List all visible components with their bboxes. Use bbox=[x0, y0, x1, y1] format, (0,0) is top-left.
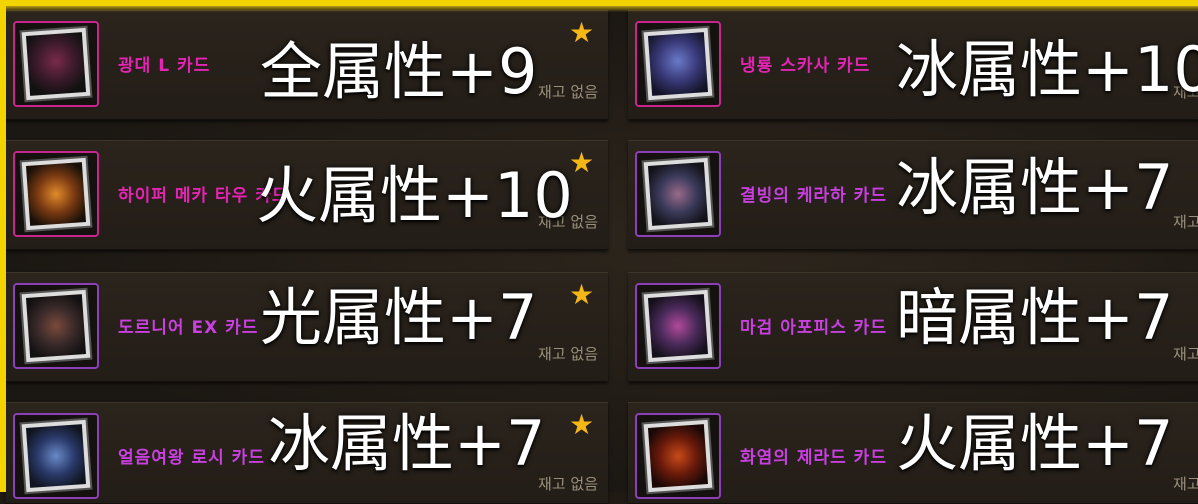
clown-card-art-icon bbox=[25, 32, 87, 96]
stock-status: 재고 없음 bbox=[1173, 213, 1198, 231]
card-thumbnail bbox=[635, 283, 721, 369]
dornier-card-art-icon bbox=[25, 294, 87, 358]
card-thumbnail bbox=[13, 283, 99, 369]
card-name: 결빙의 케라하 카드 bbox=[740, 186, 887, 206]
card-item-flame-gerard[interactable]: 화염의 제라드 카드 재고 없음 火属性+7 bbox=[628, 402, 1198, 504]
favorite-star-icon[interactable]: ★ bbox=[569, 411, 594, 439]
ice-queen-card-art-icon bbox=[25, 424, 87, 488]
stock-status: 재고 없음 bbox=[538, 83, 598, 101]
stock-status: 재고 없음 bbox=[538, 345, 598, 363]
card-item-dornier-ex[interactable]: 도르니어 EX 카드 재고 없음 ★ 光属性+7 bbox=[6, 272, 608, 382]
card-item-kerah[interactable]: 결빙의 케라하 카드 재고 없음 冰属性+7 bbox=[628, 140, 1198, 250]
apophis-card-art-icon bbox=[647, 294, 709, 358]
card-shop-panel: 광대 L 카드 재고 없음 ★ 全属性+9 냉룡 스카사 카드 재고 없음 冰属… bbox=[0, 0, 1198, 504]
card-thumbnail bbox=[13, 151, 99, 237]
selection-highlight-left bbox=[0, 0, 6, 492]
attribute-overlay: 冰属性+7 bbox=[896, 151, 1174, 224]
flame-gerard-card-art-icon bbox=[647, 424, 709, 488]
attribute-overlay: 冰属性+10 bbox=[896, 33, 1198, 106]
attribute-overlay: 冰属性+7 bbox=[268, 407, 546, 480]
card-thumbnail bbox=[13, 21, 99, 107]
stock-status: 재고 없음 bbox=[538, 475, 598, 493]
attribute-overlay: 暗属性+7 bbox=[896, 281, 1174, 354]
card-thumbnail bbox=[635, 21, 721, 107]
selection-highlight-glow bbox=[0, 6, 1198, 12]
card-thumbnail bbox=[635, 151, 721, 237]
card-name: 광대 L 카드 bbox=[118, 56, 211, 76]
attribute-overlay: 全属性+9 bbox=[260, 35, 538, 108]
favorite-star-icon[interactable]: ★ bbox=[569, 19, 594, 47]
card-thumbnail bbox=[13, 413, 99, 499]
card-item-apophis[interactable]: 마검 아포피스 카드 재고 없음 暗属性+7 bbox=[628, 272, 1198, 382]
card-thumbnail bbox=[635, 413, 721, 499]
card-item-hyper-mecha-tau[interactable]: 하이퍼 메카 타우 카드 재고 없음 ★ 火属性+10 bbox=[6, 140, 608, 250]
attribute-overlay: 光属性+7 bbox=[260, 281, 538, 354]
kerah-card-art-icon bbox=[647, 162, 709, 226]
card-name: 냉룡 스카사 카드 bbox=[740, 56, 871, 76]
ice-dragon-card-art-icon bbox=[647, 32, 709, 96]
stock-status: 재고 없음 bbox=[1173, 475, 1198, 493]
card-item-ice-queen-rosie[interactable]: 얼음여왕 로시 카드 재고 없음 ★ 冰属性+7 bbox=[6, 402, 608, 504]
mecha-tau-card-art-icon bbox=[25, 162, 87, 226]
card-item-clown-l[interactable]: 광대 L 카드 재고 없음 ★ 全属性+9 bbox=[6, 10, 608, 120]
attribute-overlay: 火属性+7 bbox=[896, 407, 1174, 480]
card-name: 화염의 제라드 카드 bbox=[740, 448, 887, 468]
stock-status: 재고 없음 bbox=[1173, 345, 1198, 363]
card-name: 도르니어 EX 카드 bbox=[118, 318, 259, 338]
card-item-ice-dragon-skasa[interactable]: 냉룡 스카사 카드 재고 없음 冰属性+10 bbox=[628, 10, 1198, 120]
attribute-overlay: 火属性+10 bbox=[256, 159, 573, 232]
card-name: 얼음여왕 로시 카드 bbox=[118, 448, 265, 468]
favorite-star-icon[interactable]: ★ bbox=[569, 281, 594, 309]
card-name: 마검 아포피스 카드 bbox=[740, 318, 887, 338]
